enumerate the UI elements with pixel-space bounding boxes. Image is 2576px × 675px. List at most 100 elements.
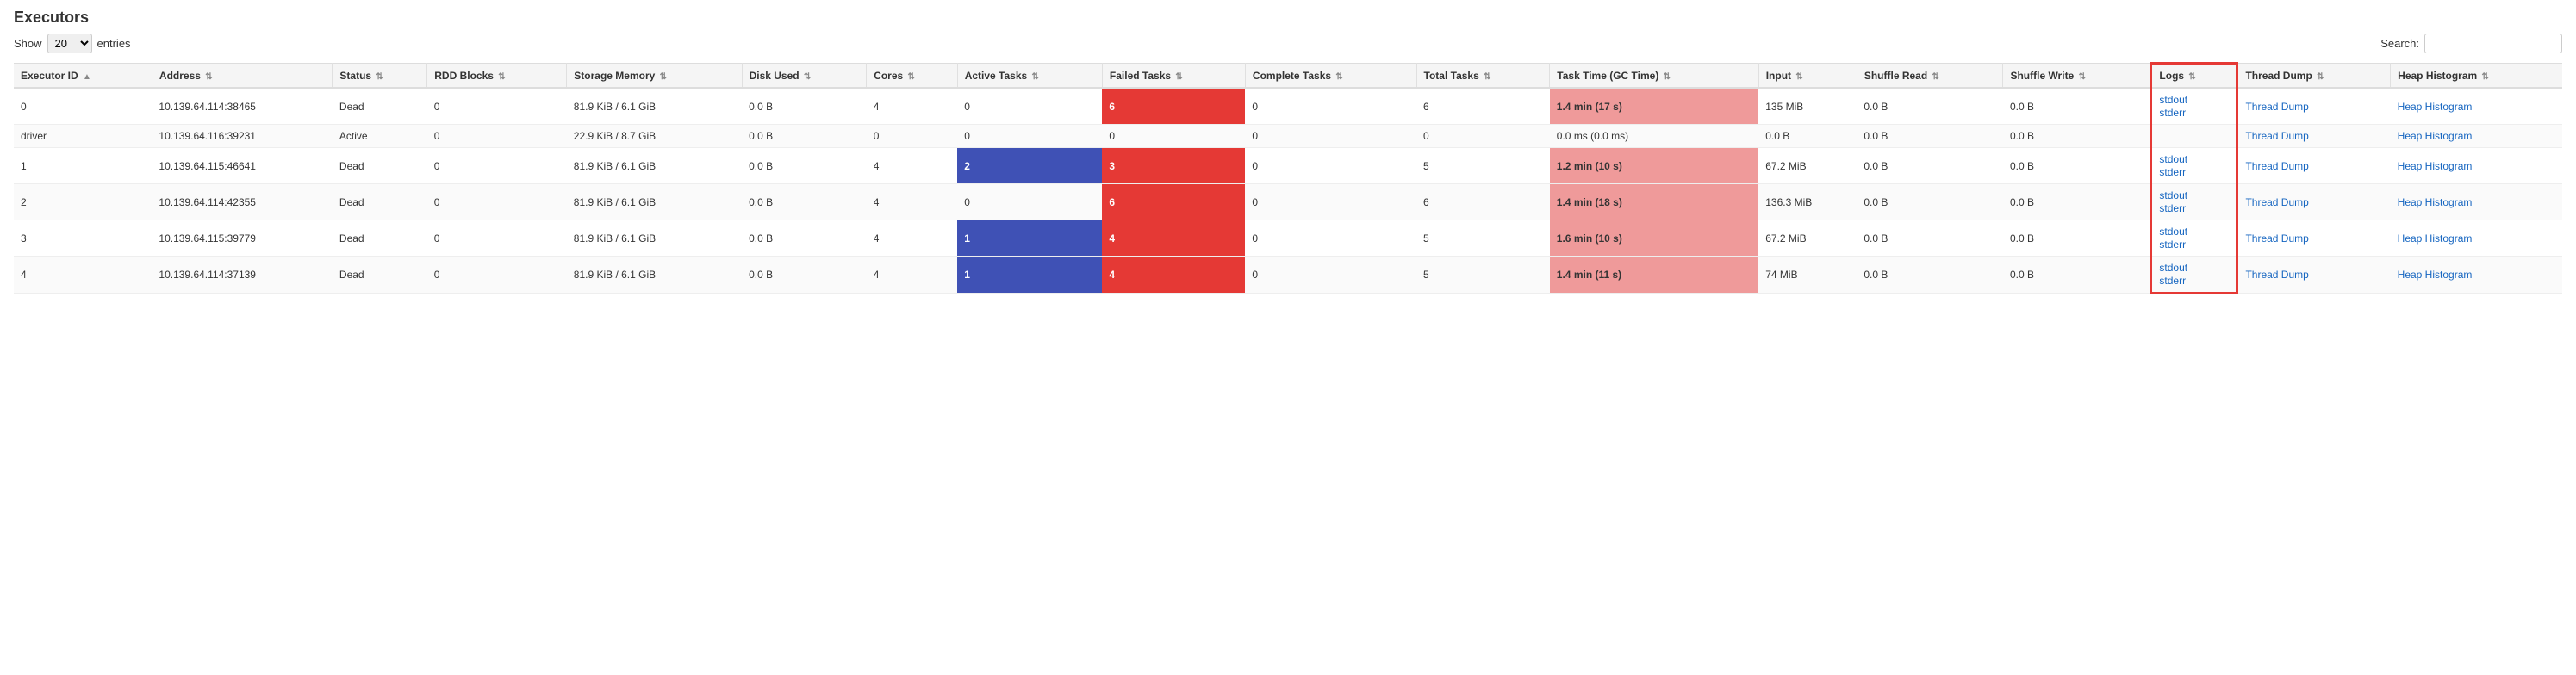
log-link[interactable]: stdout — [2159, 189, 2229, 201]
table-cell: driver — [14, 125, 152, 148]
table-cell: 10.139.64.114:37139 — [152, 257, 333, 294]
thread-dump-cell: Thread Dump — [2237, 88, 2391, 125]
heap-histogram-cell: Heap Histogram — [2391, 184, 2562, 220]
heap-histogram-link[interactable]: Heap Histogram — [2398, 196, 2473, 208]
thread-dump-link[interactable]: Thread Dump — [2245, 101, 2308, 113]
heap-histogram-cell: Heap Histogram — [2391, 220, 2562, 257]
log-link[interactable]: stdout — [2159, 94, 2229, 106]
col-header-task-time[interactable]: Task Time (GC Time) ⇅ — [1550, 64, 1758, 89]
table-cell: 4 — [867, 184, 958, 220]
col-header-complete-tasks[interactable]: Complete Tasks ⇅ — [1245, 64, 1416, 89]
table-cell: 4 — [14, 257, 152, 294]
table-cell: 3 — [1102, 148, 1245, 184]
table-cell: 0.0 B — [1857, 220, 2003, 257]
log-link[interactable]: stderr — [2159, 166, 2229, 178]
table-cell: 0.0 B — [742, 148, 867, 184]
table-cell: 0 — [427, 257, 567, 294]
logs-cell — [2151, 125, 2237, 148]
show-label: Show — [14, 37, 42, 50]
table-header-row: Executor ID ▲ Address ⇅ Status ⇅ RDD Blo… — [14, 64, 2562, 89]
col-header-input[interactable]: Input ⇅ — [1758, 64, 1857, 89]
thread-dump-link[interactable]: Thread Dump — [2245, 269, 2308, 281]
table-cell: 0.0 B — [2003, 148, 2151, 184]
table-cell: 0 — [1245, 184, 1416, 220]
entries-select[interactable]: 10 20 50 100 — [47, 34, 92, 53]
table-cell: 5 — [1416, 148, 1550, 184]
thread-dump-link[interactable]: Thread Dump — [2245, 196, 2308, 208]
heap-histogram-link[interactable]: Heap Histogram — [2398, 101, 2473, 113]
table-cell: 2 — [14, 184, 152, 220]
table-cell: 6 — [1102, 184, 1245, 220]
col-header-executor-id[interactable]: Executor ID ▲ — [14, 64, 152, 89]
heap-histogram-link[interactable]: Heap Histogram — [2398, 232, 2473, 245]
table-cell: 4 — [867, 220, 958, 257]
col-header-address[interactable]: Address ⇅ — [152, 64, 333, 89]
thread-dump-link[interactable]: Thread Dump — [2245, 232, 2308, 245]
log-link[interactable]: stdout — [2159, 226, 2229, 238]
table-cell: 74 MiB — [1758, 257, 1857, 294]
table-cell: 3 — [14, 220, 152, 257]
table-cell: 10.139.64.114:42355 — [152, 184, 333, 220]
heap-histogram-link[interactable]: Heap Histogram — [2398, 160, 2473, 172]
col-header-failed-tasks[interactable]: Failed Tasks ⇅ — [1102, 64, 1245, 89]
table-row: 110.139.64.115:46641Dead081.9 KiB / 6.1 … — [14, 148, 2562, 184]
table-cell: 0 — [1416, 125, 1550, 148]
table-cell: 135 MiB — [1758, 88, 1857, 125]
table-controls: Show 10 20 50 100 entries Search: — [14, 34, 2562, 53]
col-header-shuffle-write[interactable]: Shuffle Write ⇅ — [2003, 64, 2151, 89]
table-cell: 81.9 KiB / 6.1 GiB — [567, 184, 742, 220]
col-header-status[interactable]: Status ⇅ — [333, 64, 427, 89]
sort-arrow-total-tasks: ⇅ — [1484, 72, 1490, 82]
sort-arrow-cores: ⇅ — [908, 72, 915, 82]
log-link[interactable]: stderr — [2159, 275, 2229, 287]
col-header-rdd-blocks[interactable]: RDD Blocks ⇅ — [427, 64, 567, 89]
col-header-shuffle-read[interactable]: Shuffle Read ⇅ — [1857, 64, 2003, 89]
table-cell: 6 — [1416, 88, 1550, 125]
table-cell: 0.0 B — [1857, 88, 2003, 125]
heap-histogram-link[interactable]: Heap Histogram — [2398, 269, 2473, 281]
thread-dump-cell: Thread Dump — [2237, 220, 2391, 257]
col-header-total-tasks[interactable]: Total Tasks ⇅ — [1416, 64, 1550, 89]
table-row: 210.139.64.114:42355Dead081.9 KiB / 6.1 … — [14, 184, 2562, 220]
log-link[interactable]: stdout — [2159, 153, 2229, 165]
col-header-logs[interactable]: Logs ⇅ — [2151, 64, 2237, 89]
heap-histogram-link[interactable]: Heap Histogram — [2398, 130, 2473, 142]
table-cell: 1.4 min (11 s) — [1550, 257, 1758, 294]
thread-dump-link[interactable]: Thread Dump — [2245, 160, 2308, 172]
thread-dump-link[interactable]: Thread Dump — [2245, 130, 2308, 142]
table-cell: 0 — [427, 220, 567, 257]
table-cell: 0 — [957, 184, 1102, 220]
table-cell: 10.139.64.114:38465 — [152, 88, 333, 125]
table-row: 310.139.64.115:39779Dead081.9 KiB / 6.1 … — [14, 220, 2562, 257]
search-input[interactable] — [2424, 34, 2562, 53]
table-cell: 4 — [867, 88, 958, 125]
logs-cell: stdoutstderr — [2151, 148, 2237, 184]
heap-histogram-cell: Heap Histogram — [2391, 88, 2562, 125]
col-header-disk-used[interactable]: Disk Used ⇅ — [742, 64, 867, 89]
col-header-active-tasks[interactable]: Active Tasks ⇅ — [957, 64, 1102, 89]
table-cell: 67.2 MiB — [1758, 220, 1857, 257]
thread-dump-cell: Thread Dump — [2237, 257, 2391, 294]
table-cell: Dead — [333, 148, 427, 184]
logs-cell: stdoutstderr — [2151, 88, 2237, 125]
table-cell: 0.0 B — [742, 220, 867, 257]
table-cell: 81.9 KiB / 6.1 GiB — [567, 88, 742, 125]
sort-arrow-heap-histogram: ⇅ — [2482, 72, 2489, 82]
thread-dump-cell: Thread Dump — [2237, 184, 2391, 220]
table-row: 410.139.64.114:37139Dead081.9 KiB / 6.1 … — [14, 257, 2562, 294]
log-link[interactable]: stderr — [2159, 107, 2229, 119]
table-cell: 5 — [1416, 220, 1550, 257]
thread-dump-cell: Thread Dump — [2237, 148, 2391, 184]
col-header-cores[interactable]: Cores ⇅ — [867, 64, 958, 89]
table-cell: 0.0 B — [1857, 125, 2003, 148]
log-link[interactable]: stderr — [2159, 238, 2229, 251]
search-bar: Search: — [2380, 34, 2562, 53]
col-header-heap-histogram[interactable]: Heap Histogram ⇅ — [2391, 64, 2562, 89]
table-cell: 0 — [1245, 148, 1416, 184]
col-header-storage-memory[interactable]: Storage Memory ⇅ — [567, 64, 742, 89]
col-header-thread-dump[interactable]: Thread Dump ⇅ — [2237, 64, 2391, 89]
log-link[interactable]: stdout — [2159, 262, 2229, 274]
table-cell: Dead — [333, 257, 427, 294]
log-link[interactable]: stderr — [2159, 202, 2229, 214]
sort-arrow-shuffle-read: ⇅ — [1932, 72, 1939, 82]
